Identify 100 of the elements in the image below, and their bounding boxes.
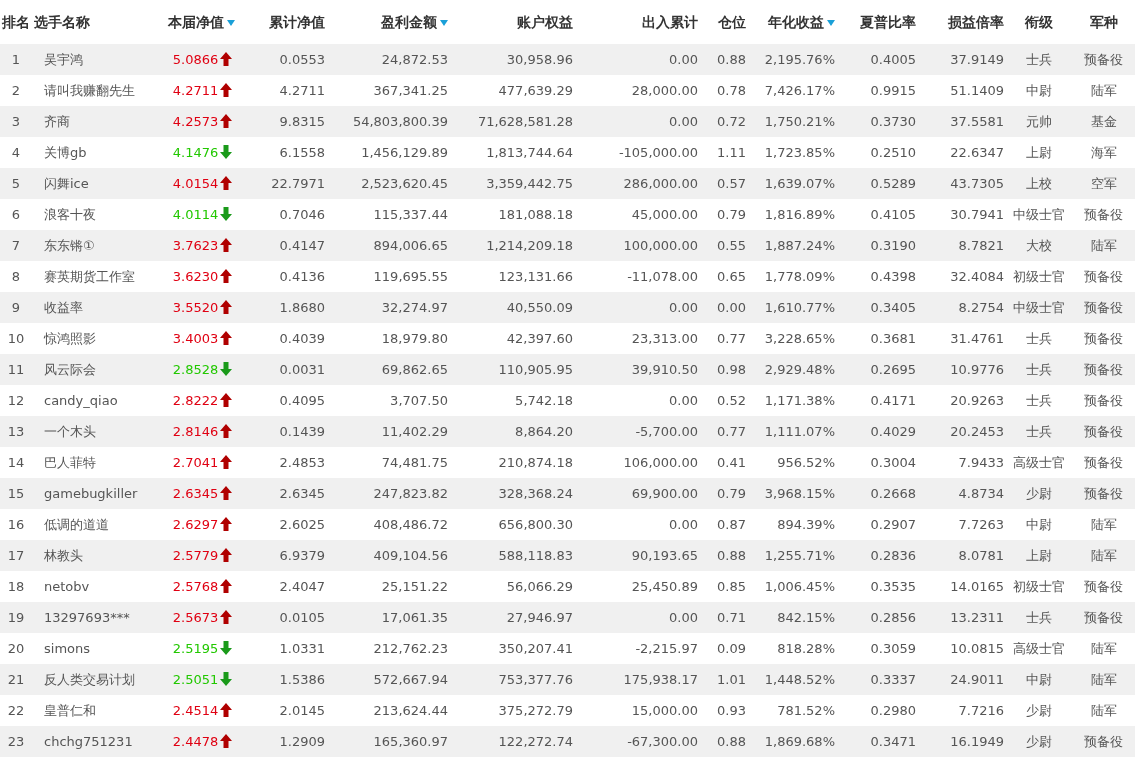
table-cell: 0.4398 bbox=[837, 261, 918, 292]
table-cell: 14.0165 bbox=[918, 571, 1006, 602]
player-name: 东东锵① bbox=[32, 230, 160, 261]
table-cell: 预备役 bbox=[1072, 571, 1135, 602]
table-cell: 上尉 bbox=[1006, 540, 1072, 571]
table-cell: 预备役 bbox=[1072, 416, 1135, 447]
column-header[interactable]: 本届净值 bbox=[168, 13, 224, 30]
table-cell: 0.3190 bbox=[837, 230, 918, 261]
table-cell: 陆军 bbox=[1072, 75, 1135, 106]
table-cell: -105,000.00 bbox=[575, 137, 700, 168]
table-cell: 0.41 bbox=[700, 447, 748, 478]
column-header: 仓位 bbox=[718, 13, 746, 30]
table-cell: 106,000.00 bbox=[575, 447, 700, 478]
table-cell: 0.88 bbox=[700, 726, 748, 757]
table-cell: 894,006.65 bbox=[327, 230, 450, 261]
table-cell: 6.1558 bbox=[245, 137, 327, 168]
table-cell: 1,869.68% bbox=[748, 726, 837, 757]
table-cell: 0.4171 bbox=[837, 385, 918, 416]
table-cell: 0.52 bbox=[700, 385, 748, 416]
table-cell: 956.52% bbox=[748, 447, 837, 478]
table-cell: 0.00 bbox=[575, 292, 700, 323]
table-cell: 408,486.72 bbox=[327, 509, 450, 540]
table-cell: 51.1409 bbox=[918, 75, 1006, 106]
table-cell: 247,823.82 bbox=[327, 478, 450, 509]
table-cell: 预备役 bbox=[1072, 261, 1135, 292]
table-cell: 32.4084 bbox=[918, 261, 1006, 292]
table-cell: 11 bbox=[0, 354, 32, 385]
sort-triangle-icon[interactable] bbox=[440, 19, 448, 26]
table-cell: 20.2453 bbox=[918, 416, 1006, 447]
table-cell: 9.8315 bbox=[245, 106, 327, 137]
table-cell: 110,905.95 bbox=[450, 354, 575, 385]
table-cell: 24,872.53 bbox=[327, 44, 450, 75]
table-cell: 1.01 bbox=[700, 664, 748, 695]
table-cell: 预备役 bbox=[1072, 478, 1135, 509]
table-cell: 0.4147 bbox=[245, 230, 327, 261]
table-cell: 2.6345 bbox=[245, 478, 327, 509]
table-cell: 0.93 bbox=[700, 695, 748, 726]
table-cell: 预备役 bbox=[1072, 385, 1135, 416]
net-value: 2.4514 bbox=[172, 702, 219, 718]
sort-triangle-icon[interactable] bbox=[827, 19, 835, 26]
table-cell: 1,171.38% bbox=[748, 385, 837, 416]
player-name: 请叫我赚翻先生 bbox=[32, 75, 160, 106]
table-cell: 2.4853 bbox=[245, 447, 327, 478]
net-value: 2.8528 bbox=[172, 361, 219, 377]
table-cell: 572,667.94 bbox=[327, 664, 450, 695]
table-cell: 15 bbox=[0, 478, 32, 509]
table-cell: 20.9263 bbox=[918, 385, 1006, 416]
table-cell: 5 bbox=[0, 168, 32, 199]
player-name: 吴宇鸿 bbox=[32, 44, 160, 75]
table-cell: 0.3059 bbox=[837, 633, 918, 664]
table-cell: 842.15% bbox=[748, 602, 837, 633]
net-value: 2.8146 bbox=[172, 423, 219, 439]
table-cell: 31.4761 bbox=[918, 323, 1006, 354]
table-cell: 7.7263 bbox=[918, 509, 1006, 540]
table-cell: 100,000.00 bbox=[575, 230, 700, 261]
column-header[interactable]: 盈利金额 bbox=[381, 13, 437, 30]
table-cell: 30,958.96 bbox=[450, 44, 575, 75]
table-cell: 22.6347 bbox=[918, 137, 1006, 168]
table-cell: 19 bbox=[0, 602, 32, 633]
player-name: 关博gb bbox=[32, 137, 160, 168]
table-cell: 54,803,800.39 bbox=[327, 106, 450, 137]
net-value: 2.5051 bbox=[172, 671, 219, 687]
table-cell: 0.0553 bbox=[245, 44, 327, 75]
table-cell: 0.0031 bbox=[245, 354, 327, 385]
table-cell: 陆军 bbox=[1072, 509, 1135, 540]
table-cell: 少尉 bbox=[1006, 478, 1072, 509]
table-cell: 0.2907 bbox=[837, 509, 918, 540]
table-cell: 90,193.65 bbox=[575, 540, 700, 571]
table-cell: 预备役 bbox=[1072, 292, 1135, 323]
table-cell: 0.2510 bbox=[837, 137, 918, 168]
player-name: netobv bbox=[32, 571, 160, 602]
table-cell: 27,946.97 bbox=[450, 602, 575, 633]
table-cell: 0.4095 bbox=[245, 385, 327, 416]
table-cell: 士兵 bbox=[1006, 602, 1072, 633]
table-cell: 0.98 bbox=[700, 354, 748, 385]
net-value: 2.5195 bbox=[172, 640, 219, 656]
table-cell: 0.2980 bbox=[837, 695, 918, 726]
table-cell: 0.4105 bbox=[837, 199, 918, 230]
table-cell: 56,066.29 bbox=[450, 571, 575, 602]
table-cell: 陆军 bbox=[1072, 230, 1135, 261]
table-cell: 0.3337 bbox=[837, 664, 918, 695]
table-cell: 0.88 bbox=[700, 44, 748, 75]
net-value: 2.5768 bbox=[172, 578, 219, 594]
table-cell: 0.55 bbox=[700, 230, 748, 261]
table-cell: 1.0331 bbox=[245, 633, 327, 664]
sort-triangle-icon[interactable] bbox=[227, 19, 235, 26]
table-cell: 1,456,129.89 bbox=[327, 137, 450, 168]
table-cell: 20 bbox=[0, 633, 32, 664]
column-header[interactable]: 年化收益 bbox=[768, 13, 824, 30]
table-cell: 213,624.44 bbox=[327, 695, 450, 726]
table-cell: 0.77 bbox=[700, 323, 748, 354]
column-header: 夏普比率 bbox=[860, 13, 916, 30]
table-cell: 18,979.80 bbox=[327, 323, 450, 354]
player-name: gamebugkiller bbox=[32, 478, 160, 509]
table-cell: 8.0781 bbox=[918, 540, 1006, 571]
table-cell: 22.7971 bbox=[245, 168, 327, 199]
table-cell: 0.00 bbox=[700, 292, 748, 323]
table-cell: 0.2836 bbox=[837, 540, 918, 571]
table-cell: 1,255.71% bbox=[748, 540, 837, 571]
table-cell: 328,368.24 bbox=[450, 478, 575, 509]
